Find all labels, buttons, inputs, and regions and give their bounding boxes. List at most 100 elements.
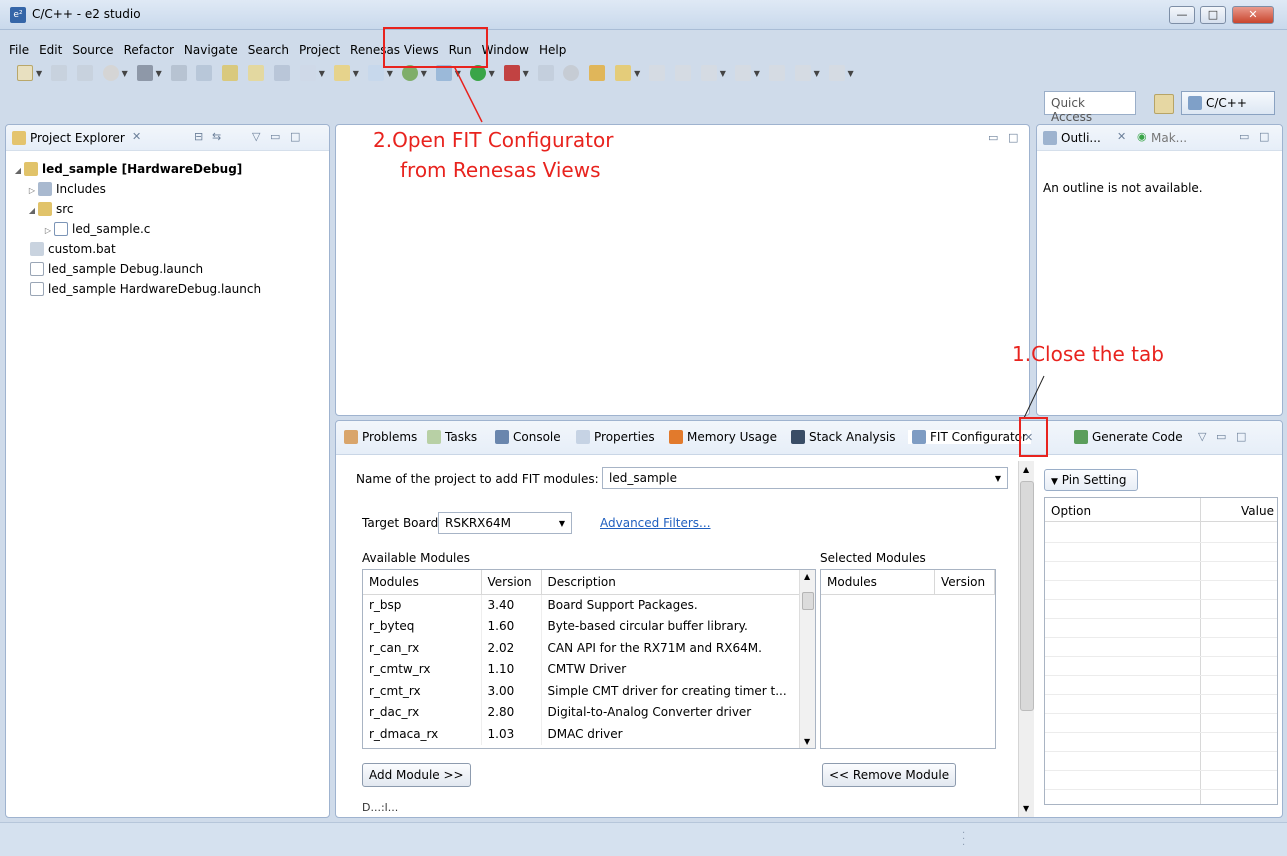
menu-search[interactable]: Search <box>243 40 294 60</box>
table-row[interactable]: r_dmaca_rx 1.03 DMAC driver <box>363 723 803 745</box>
maximize-view-icon[interactable]: □ <box>290 130 300 143</box>
minimize-view-icon[interactable]: ▭ <box>1216 430 1226 443</box>
scroll-up-icon[interactable]: ▲ <box>804 572 810 581</box>
new-source-file-icon[interactable] <box>367 65 384 81</box>
modules-scrollbar[interactable]: ▲ ▼ <box>799 570 815 748</box>
column-header-modules[interactable]: Modules <box>821 570 935 595</box>
menu-navigate[interactable]: Navigate <box>179 40 243 60</box>
table-row[interactable]: r_dac_rx 2.80 Digital-to-Analog Converter … <box>363 701 803 723</box>
expanded-arrow-icon[interactable]: ◢ <box>26 201 38 221</box>
open-element-icon[interactable] <box>273 65 290 81</box>
maximize-button[interactable]: □ <box>1200 6 1226 24</box>
tab-generate-code[interactable]: Generate Code <box>1074 430 1183 444</box>
close-window-button[interactable]: ✕ <box>1232 6 1274 24</box>
menu-project[interactable]: Project <box>294 40 345 60</box>
table-row[interactable]: r_bsp 3.40 Board Support Packages. <box>363 594 803 616</box>
pin-icon[interactable] <box>537 65 554 81</box>
tab-console[interactable]: Console <box>495 430 561 444</box>
close-tab-icon[interactable]: ✕ <box>132 130 141 143</box>
minimize-view-icon[interactable]: ▭ <box>988 131 998 144</box>
edit-icon[interactable] <box>248 65 265 81</box>
build-hammer-icon[interactable] <box>136 65 153 81</box>
new-folder-icon[interactable] <box>333 65 350 81</box>
new-source-folder-icon[interactable] <box>299 65 316 81</box>
tree-item-hwdebug-launch[interactable]: led_sample HardwareDebug.launch <box>30 279 261 299</box>
add-module-button[interactable]: Add Module >> <box>362 763 471 787</box>
column-header-version[interactable]: Version <box>934 570 995 595</box>
menu-refactor[interactable]: Refactor <box>119 40 179 60</box>
tab-memory-usage[interactable]: Memory Usage <box>669 430 777 444</box>
save-icon[interactable] <box>50 65 67 81</box>
project-select[interactable]: led_sample ▼ <box>602 467 1008 489</box>
binary-icon[interactable] <box>196 65 213 81</box>
collapsed-arrow-icon[interactable]: ▷ <box>42 221 54 241</box>
collapse-all-icon[interactable]: ⊟ <box>194 130 203 143</box>
next-annotation-icon[interactable] <box>700 65 717 81</box>
toggle-icon[interactable] <box>649 65 666 81</box>
build-config-icon[interactable] <box>170 65 187 81</box>
new-icon[interactable] <box>17 65 33 81</box>
table-row[interactable]: r_cmt_rx 3.00 Simple CMT driver for creati… <box>363 680 803 702</box>
table-row[interactable]: r_can_rx 2.02 CAN API for the RX71M and RX… <box>363 637 803 659</box>
project-explorer-title[interactable]: Project Explorer <box>30 131 125 145</box>
link-editor-icon[interactable]: ⇆ <box>212 130 221 143</box>
expanded-arrow-icon[interactable]: ◢ <box>12 161 24 181</box>
maximize-view-icon[interactable]: □ <box>1008 131 1018 144</box>
back-icon[interactable] <box>794 65 811 81</box>
table-row[interactable]: r_cmtw_rx 1.10 CMTW Driver <box>363 658 803 680</box>
column-header-modules[interactable]: Modules <box>363 570 482 595</box>
target-board-select[interactable]: RSKRX64M ▼ <box>438 512 572 534</box>
tree-item-includes[interactable]: ▷ Includes <box>26 179 106 199</box>
pencil-icon[interactable] <box>615 65 632 81</box>
tab-properties[interactable]: Properties <box>576 430 655 444</box>
quick-access-input[interactable]: Quick Access <box>1044 91 1136 124</box>
minimize-view-icon[interactable]: ▭ <box>270 130 280 143</box>
external-tools-icon[interactable] <box>503 65 520 81</box>
open-perspective-icon[interactable] <box>1154 94 1174 114</box>
open-folder-icon[interactable] <box>589 65 606 81</box>
scroll-down-icon[interactable]: ▼ <box>1023 804 1029 813</box>
gear-icon[interactable] <box>563 65 580 81</box>
column-header-value[interactable]: Value <box>1241 504 1274 518</box>
tab-stack-analysis[interactable]: Stack Analysis <box>791 430 895 444</box>
tab-problems[interactable]: Problems <box>344 430 417 444</box>
scroll-down-icon[interactable]: ▼ <box>804 737 810 746</box>
column-header-description[interactable]: Description <box>541 570 803 595</box>
pin-setting-tab[interactable]: ▼ Pin Setting <box>1044 469 1138 491</box>
tree-item-debug-launch[interactable]: led_sample Debug.launch <box>30 259 203 279</box>
menu-edit[interactable]: Edit <box>34 40 67 60</box>
view-menu-icon[interactable]: ▽ <box>252 130 260 143</box>
tree-item-custom-bat[interactable]: custom.bat <box>30 239 116 259</box>
maximize-view-icon[interactable]: □ <box>1236 430 1246 443</box>
settings-icon[interactable] <box>102 65 119 81</box>
forward-icon[interactable] <box>828 65 845 81</box>
advanced-filters-link[interactable]: Advanced Filters... <box>600 516 711 530</box>
column-header-option[interactable]: Option <box>1051 504 1091 518</box>
close-tab-icon[interactable]: ✕ <box>1117 130 1126 143</box>
tab-outline[interactable]: Outli... <box>1061 131 1101 145</box>
tree-item-led-sample-c[interactable]: ▷ led_sample.c <box>42 219 150 239</box>
scroll-up-icon[interactable]: ▲ <box>1023 465 1029 474</box>
paragraph-icon[interactable] <box>674 65 691 81</box>
collapsed-arrow-icon[interactable]: ▷ <box>26 181 38 201</box>
perspective-cpp-button[interactable]: C/C++ <box>1181 91 1275 115</box>
dropdown-arrow-icon[interactable]: ▼ <box>36 69 42 78</box>
prev-annotation-icon[interactable] <box>734 65 751 81</box>
last-edit-icon[interactable] <box>768 65 785 81</box>
new-project-icon[interactable] <box>222 65 239 81</box>
tree-item-src[interactable]: ◢ src <box>26 199 74 219</box>
save-all-icon[interactable] <box>76 65 93 81</box>
scroll-thumb[interactable] <box>802 592 814 610</box>
tab-make[interactable]: Mak... <box>1151 131 1187 145</box>
tree-item-project[interactable]: ◢ led_sample [HardwareDebug] <box>12 159 242 179</box>
menu-help[interactable]: Help <box>534 40 571 60</box>
maximize-view-icon[interactable]: □ <box>1259 130 1269 143</box>
column-header-version[interactable]: Version <box>481 570 542 595</box>
minimize-view-icon[interactable]: ▭ <box>1239 130 1249 143</box>
tab-fit-configurator[interactable]: FIT Configurator <box>908 430 1031 444</box>
view-menu-icon[interactable]: ▽ <box>1198 430 1206 443</box>
remove-module-button[interactable]: << Remove Module <box>822 763 957 787</box>
scroll-thumb[interactable] <box>1020 481 1034 711</box>
fit-view-scrollbar[interactable]: ▲ ▼ <box>1018 461 1034 817</box>
minimize-button[interactable]: — <box>1169 6 1195 24</box>
